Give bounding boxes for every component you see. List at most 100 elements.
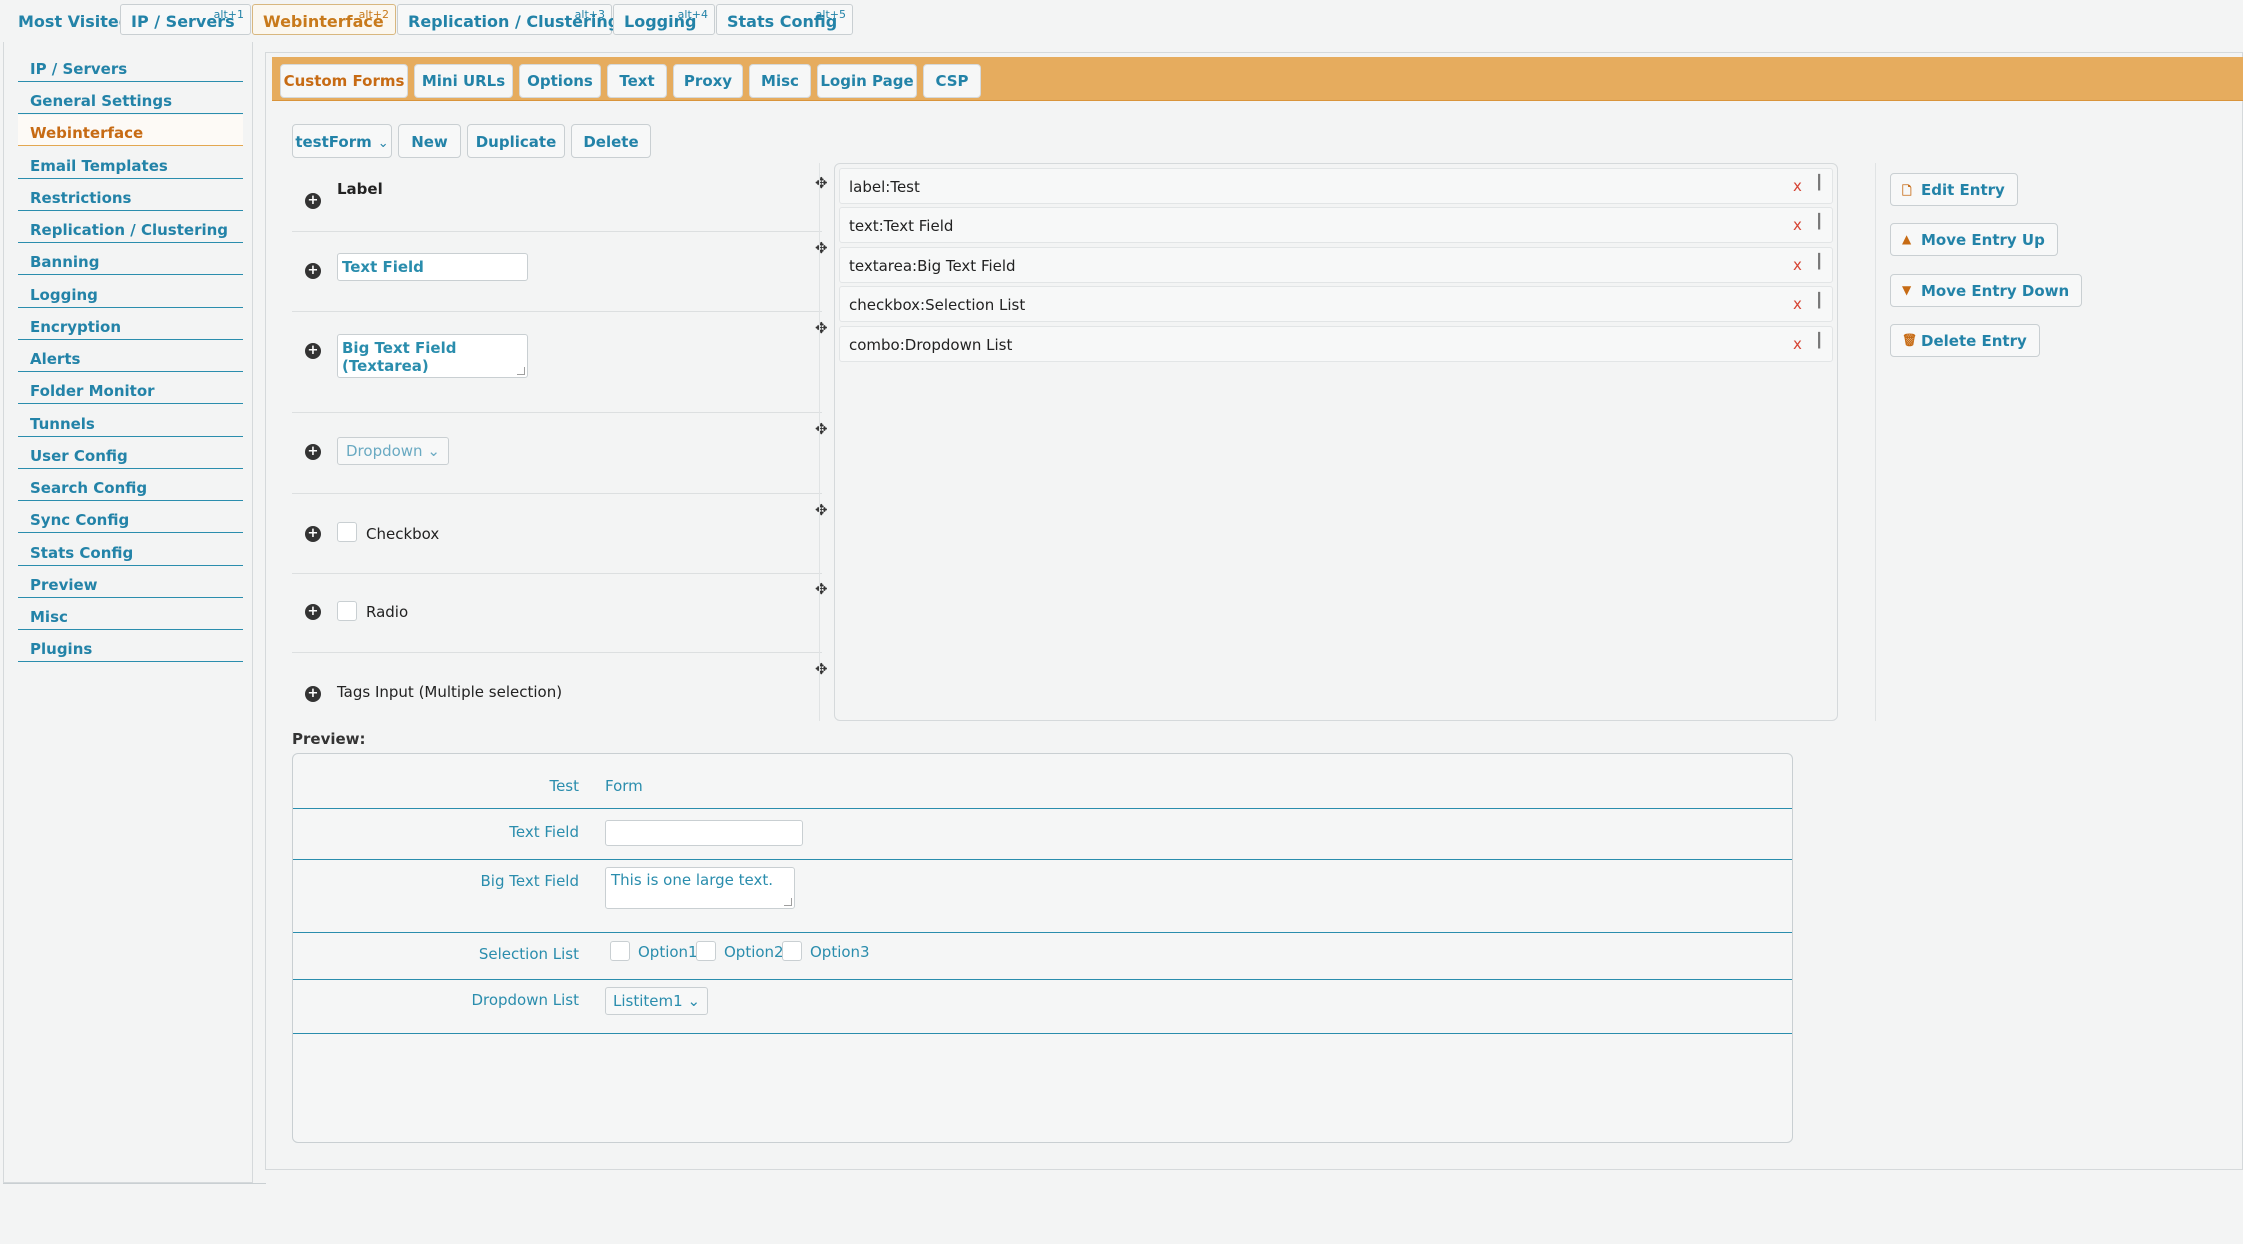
add-icon[interactable]: +: [305, 263, 321, 279]
tab-options[interactable]: Options: [519, 64, 601, 98]
option-checkbox[interactable]: [610, 941, 630, 961]
entry-label: text:Text Field: [849, 217, 954, 235]
palette-text-field-sample: Text Field: [337, 253, 528, 281]
palette-item-checkbox[interactable]: + Checkbox ✥: [292, 495, 828, 574]
palette-item-tags[interactable]: + Tags Input (Multiple selection) ✥: [292, 654, 828, 722]
sidebar-item-email-templates[interactable]: Email Templates: [18, 148, 243, 179]
palette-item-text-field[interactable]: + Text Field ✥: [292, 233, 828, 312]
preview-field-label: Test: [549, 777, 579, 795]
delete-form-button[interactable]: Delete: [571, 124, 651, 158]
palette-item-radio[interactable]: + Radio ✥: [292, 575, 828, 653]
most-visited-stats-config[interactable]: Stats Config alt+5: [716, 4, 853, 35]
add-icon[interactable]: +: [305, 604, 321, 620]
entry-label: textarea:Big Text Field: [849, 257, 1016, 275]
move-icon[interactable]: ✥: [815, 501, 828, 519]
tags-label: Tags Input (Multiple selection): [337, 683, 563, 701]
option-checkbox[interactable]: [696, 941, 716, 961]
sidebar-item-tunnels[interactable]: Tunnels: [18, 406, 243, 437]
option-checkbox[interactable]: [782, 941, 802, 961]
sidebar-item-preview[interactable]: Preview: [18, 567, 243, 598]
drag-handle-icon[interactable]: ┃: [1815, 214, 1824, 230]
palette-item-textarea[interactable]: + Big Text Field (Textarea) ✥: [292, 313, 828, 413]
most-visited-logging[interactable]: Logging alt+4: [613, 4, 715, 35]
palette-item-label[interactable]: + Label ✥: [292, 168, 828, 232]
entry-label: label:Test: [849, 178, 920, 196]
form-entry[interactable]: textarea:Big Text Field x ┃: [839, 247, 1833, 283]
shortcut-hint: alt+3: [574, 8, 605, 21]
chevron-down-icon: ⌄: [377, 136, 389, 151]
sidebar-item-folder-monitor[interactable]: Folder Monitor: [18, 373, 243, 404]
sidebar-item-search-config[interactable]: Search Config: [18, 470, 243, 501]
main-panel: Custom Forms Mini URLs Options Text Prox…: [265, 52, 2243, 1170]
sidebar-item-misc[interactable]: Misc: [18, 599, 243, 630]
form-entry[interactable]: label:Test x ┃: [839, 168, 1833, 204]
form-entry[interactable]: combo:Dropdown List x ┃: [839, 326, 1833, 362]
remove-entry-icon[interactable]: x: [1793, 177, 1802, 195]
move-up-label: Move Entry Up: [1921, 231, 2045, 249]
move-down-label: Move Entry Down: [1921, 282, 2070, 300]
move-icon[interactable]: ✥: [815, 174, 828, 192]
tab-text[interactable]: Text: [607, 64, 667, 98]
remove-entry-icon[interactable]: x: [1793, 295, 1802, 313]
drag-handle-icon[interactable]: ┃: [1815, 175, 1824, 191]
delete-entry-button[interactable]: 🗑 Delete Entry: [1890, 324, 2040, 357]
sidebar-item-plugins[interactable]: Plugins: [18, 631, 243, 662]
shortcut-hint: alt+2: [358, 8, 389, 21]
caret-down-icon: ▼: [1902, 283, 1912, 297]
edit-icon: 🗋: [1902, 184, 1912, 198]
add-icon[interactable]: +: [305, 343, 321, 359]
new-form-button[interactable]: New: [398, 124, 461, 158]
sidebar-item-logging[interactable]: Logging: [18, 277, 243, 308]
most-visited-ip-servers[interactable]: IP / Servers alt+1: [120, 4, 251, 35]
sidebar-item-ip-servers[interactable]: IP / Servers: [18, 51, 243, 82]
form-entry[interactable]: text:Text Field x ┃: [839, 207, 1833, 243]
move-icon[interactable]: ✥: [815, 660, 828, 678]
most-visited-replication[interactable]: Replication / Clustering alt+3: [397, 4, 619, 35]
sidebar-item-restrictions[interactable]: Restrictions: [18, 180, 243, 211]
move-icon[interactable]: ✥: [815, 420, 828, 438]
sidebar-item-encryption[interactable]: Encryption: [18, 309, 243, 340]
sidebar-item-banning[interactable]: Banning: [18, 244, 243, 275]
preview-dropdown-value: Listitem1: [613, 992, 683, 1010]
sidebar-item-webinterface[interactable]: Webinterface: [18, 115, 243, 146]
sidebar-item-stats-config[interactable]: Stats Config: [18, 535, 243, 566]
form-select[interactable]: testForm ⌄: [292, 124, 392, 158]
add-icon[interactable]: +: [305, 444, 321, 460]
most-visited-webinterface[interactable]: Webinterface alt+2: [252, 4, 396, 35]
preview-textarea-value: This is one large text.: [611, 871, 774, 889]
sidebar-item-sync-config[interactable]: Sync Config: [18, 502, 243, 533]
divider: [1875, 163, 1876, 721]
drag-handle-icon[interactable]: ┃: [1815, 254, 1824, 270]
tab-proxy[interactable]: Proxy: [673, 64, 743, 98]
sidebar-item-user-config[interactable]: User Config: [18, 438, 243, 469]
duplicate-form-button[interactable]: Duplicate: [467, 124, 565, 158]
palette-item-dropdown[interactable]: + Dropdown ⌄ ✥: [292, 414, 828, 494]
move-entry-down-button[interactable]: ▼ Move Entry Down: [1890, 274, 2083, 307]
preview-textarea[interactable]: This is one large text.: [605, 867, 795, 909]
add-icon[interactable]: +: [305, 686, 321, 702]
edit-entry-button[interactable]: 🗋 Edit Entry: [1890, 173, 2018, 206]
add-icon[interactable]: +: [305, 193, 321, 209]
tab-custom-forms[interactable]: Custom Forms: [280, 64, 408, 98]
tab-mini-urls[interactable]: Mini URLs: [414, 64, 513, 98]
preview-dropdown[interactable]: Listitem1 ⌄: [605, 987, 709, 1015]
remove-entry-icon[interactable]: x: [1793, 216, 1802, 234]
tab-csp[interactable]: CSP: [923, 64, 981, 98]
remove-entry-icon[interactable]: x: [1793, 256, 1802, 274]
move-icon[interactable]: ✥: [815, 580, 828, 598]
tab-login-page[interactable]: Login Page: [817, 64, 917, 98]
drag-handle-icon[interactable]: ┃: [1815, 293, 1824, 309]
move-icon[interactable]: ✥: [815, 239, 828, 257]
remove-entry-icon[interactable]: x: [1793, 335, 1802, 353]
move-icon[interactable]: ✥: [815, 319, 828, 337]
add-icon[interactable]: +: [305, 526, 321, 542]
drag-handle-icon[interactable]: ┃: [1815, 333, 1824, 349]
sidebar-item-replication[interactable]: Replication / Clustering: [18, 212, 243, 243]
preview-text-input[interactable]: [605, 820, 803, 846]
tab-misc[interactable]: Misc: [749, 64, 811, 98]
sidebar-item-alerts[interactable]: Alerts: [18, 341, 243, 372]
form-entry[interactable]: checkbox:Selection List x ┃: [839, 286, 1833, 322]
sidebar-item-general-settings[interactable]: General Settings: [18, 83, 243, 114]
move-entry-up-button[interactable]: ▲ Move Entry Up: [1890, 223, 2058, 256]
divider: [3, 1183, 266, 1184]
